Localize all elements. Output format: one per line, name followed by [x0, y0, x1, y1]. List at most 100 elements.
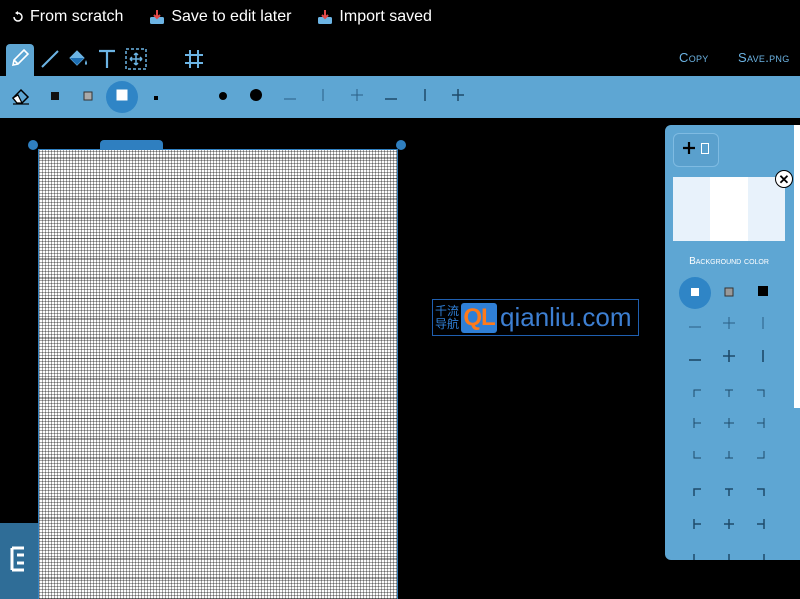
- inbox-download-icon: [149, 9, 165, 25]
- brush-square-dark-button[interactable]: [39, 81, 71, 113]
- panel-cross-center[interactable]: [719, 415, 739, 435]
- reset-icon: [12, 11, 24, 23]
- vertical-line-thick-icon: [761, 349, 765, 368]
- vertical-line-icon: [321, 88, 325, 107]
- brush-cross-thin-button[interactable]: [341, 81, 373, 113]
- panel-cross-thick[interactable]: [719, 348, 739, 368]
- from-scratch-menu-item[interactable]: From scratch: [12, 8, 123, 26]
- horizontal-line-icon: [688, 316, 702, 334]
- tee-icon: [756, 517, 766, 535]
- panel-tee-right[interactable]: [751, 415, 771, 435]
- panel-tee-right-2[interactable]: [751, 516, 771, 536]
- background-panel: ✕ Background color: [665, 125, 800, 560]
- panel-vline-thick[interactable]: [753, 348, 773, 368]
- inbox-download-icon: [317, 9, 333, 25]
- fill-bucket-icon: [66, 48, 90, 75]
- square-icon: [50, 88, 60, 106]
- save-png-link[interactable]: Save.png: [738, 50, 790, 65]
- panel-tee-top[interactable]: [719, 384, 739, 404]
- swatch-segment-center: [710, 177, 748, 241]
- watermark-logo: 千流 导航 QL qianliu.com: [432, 299, 639, 336]
- corner-icon: [756, 385, 766, 403]
- corner-icon: [756, 484, 766, 502]
- panel-cross-thin[interactable]: [719, 315, 739, 335]
- corner-icon: [692, 447, 702, 465]
- tee-icon: [692, 416, 702, 434]
- add-layer-button[interactable]: [673, 133, 719, 167]
- panel-tee-left[interactable]: [687, 415, 707, 435]
- panel-corner-bl-2[interactable]: [687, 549, 707, 560]
- bg-option-white[interactable]: [679, 277, 711, 309]
- brush-dot-large-button[interactable]: [240, 81, 272, 113]
- tab-select[interactable]: [122, 46, 150, 76]
- eraser-icon: [10, 84, 32, 111]
- brush-square-white-button[interactable]: [106, 81, 138, 113]
- background-preview-swatch[interactable]: [673, 177, 785, 241]
- panel-hline-thin[interactable]: [685, 315, 705, 335]
- tab-line[interactable]: [36, 46, 64, 76]
- panel-corner-tr[interactable]: [751, 384, 771, 404]
- brush-vline-thin-button[interactable]: [307, 81, 339, 113]
- eraser-button[interactable]: [5, 81, 37, 113]
- top-menu: From scratch Save to edit later Import s…: [0, 0, 800, 34]
- panel-cross-center-2[interactable]: [719, 516, 739, 536]
- panel-corner-bl[interactable]: [687, 446, 707, 466]
- brush-vline-thick-button[interactable]: [409, 81, 441, 113]
- bg-option-black[interactable]: [747, 277, 779, 309]
- cross-icon: [350, 88, 364, 107]
- close-icon: ✕: [778, 171, 790, 187]
- drawing-canvas[interactable]: [38, 149, 398, 599]
- tab-text[interactable]: [93, 46, 121, 76]
- save-to-edit-later-label: Save to edit later: [171, 8, 292, 25]
- tiny-square-icon: [153, 88, 159, 106]
- panel-tee-bottom-2[interactable]: [719, 549, 739, 560]
- panel-scrollbar[interactable]: [794, 125, 800, 408]
- brush-size-tiny-button[interactable]: [140, 81, 172, 113]
- side-tab[interactable]: [0, 523, 38, 599]
- panel-tee-left-2[interactable]: [687, 516, 707, 536]
- brush-square-pattern-button[interactable]: [72, 81, 104, 113]
- from-scratch-label: From scratch: [30, 8, 124, 25]
- line-icon: [39, 48, 61, 75]
- brush-dot-small-button[interactable]: [207, 81, 239, 113]
- grid-icon: [183, 48, 205, 75]
- resize-handle-top-left[interactable]: [28, 140, 38, 150]
- tee-icon: [724, 447, 734, 465]
- pencil-icon: [9, 47, 31, 74]
- watermark-cn-text: 千流 导航: [435, 303, 461, 331]
- brush-hline-thin-button[interactable]: [274, 81, 306, 113]
- panel-tee-top-2[interactable]: [719, 483, 739, 503]
- save-to-edit-later-menu-item[interactable]: Save to edit later: [149, 8, 291, 26]
- watermark-cn-line1: 千流: [435, 303, 460, 318]
- panel-hline-thick[interactable]: [685, 348, 705, 368]
- panel-toggle-icon: [9, 544, 29, 579]
- tee-icon: [692, 517, 702, 535]
- tab-pencil[interactable]: [6, 44, 34, 76]
- panel-tee-bottom[interactable]: [719, 446, 739, 466]
- brush-cross-thick-button[interactable]: [442, 81, 474, 113]
- panel-corner-br[interactable]: [751, 446, 771, 466]
- import-saved-label: Import saved: [339, 8, 432, 25]
- tee-icon: [724, 550, 734, 560]
- panel-vline-thin[interactable]: [753, 315, 773, 335]
- panel-corner-tl[interactable]: [687, 384, 707, 404]
- copy-link[interactable]: Copy: [679, 50, 709, 65]
- watermark-cn-line2: 导航: [435, 316, 460, 331]
- bg-option-pattern[interactable]: [713, 277, 745, 309]
- close-button[interactable]: ✕: [775, 170, 793, 188]
- cross-thick-icon: [451, 88, 465, 107]
- corner-icon: [692, 385, 702, 403]
- cross-icon: [723, 416, 735, 434]
- panel-corner-tl-2[interactable]: [687, 483, 707, 503]
- tab-fill[interactable]: [64, 46, 92, 76]
- panel-corner-br-2[interactable]: [751, 549, 771, 560]
- vertical-line-thick-icon: [423, 88, 427, 107]
- cross-icon: [722, 316, 736, 335]
- corner-icon: [692, 484, 702, 502]
- panel-corner-tr-2[interactable]: [751, 483, 771, 503]
- brush-hline-thick-button[interactable]: [375, 81, 407, 113]
- tab-grid[interactable]: [180, 46, 208, 76]
- import-saved-menu-item[interactable]: Import saved: [317, 8, 432, 26]
- white-square-icon: [690, 284, 700, 302]
- tee-icon: [756, 416, 766, 434]
